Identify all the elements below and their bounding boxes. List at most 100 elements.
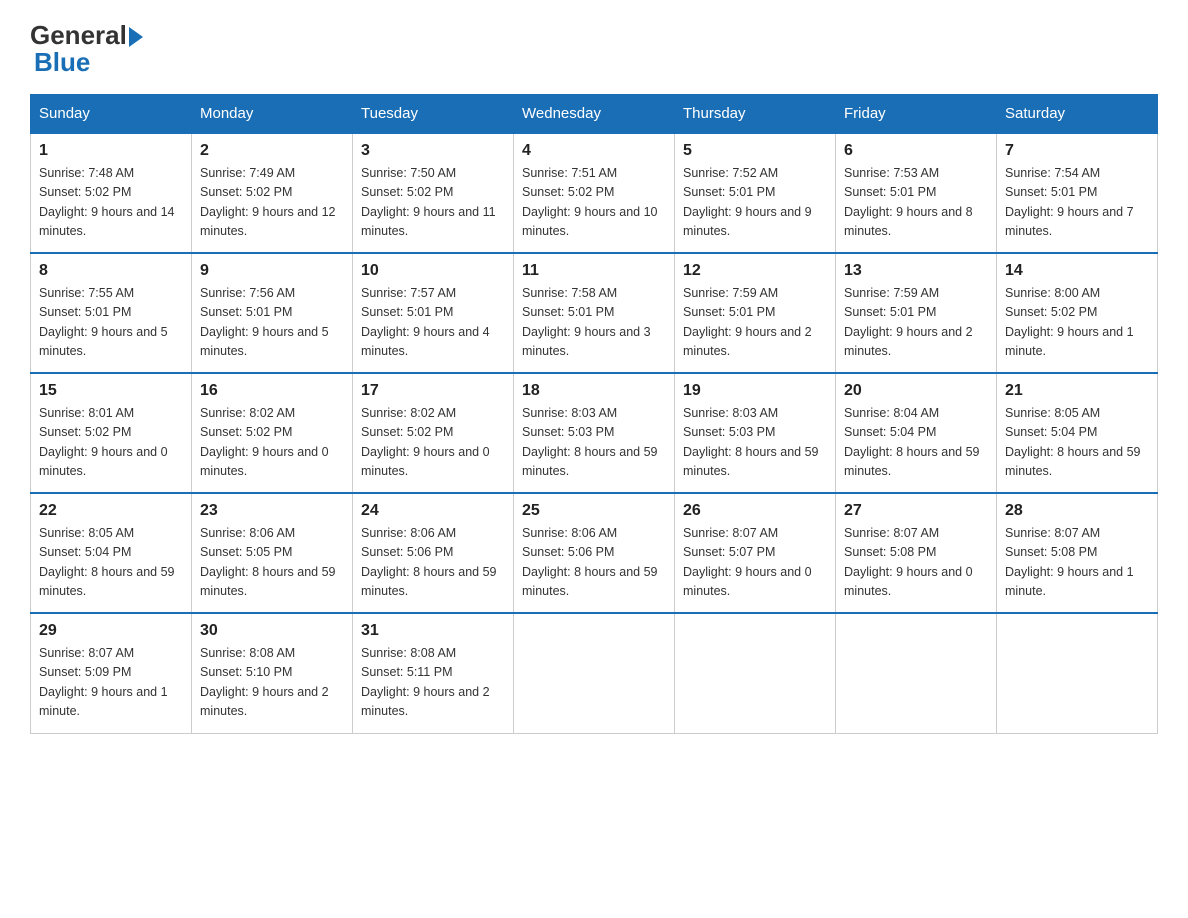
day-number: 12 <box>683 262 827 280</box>
day-info: Sunrise: 8:06 AM Sunset: 5:06 PM Dayligh… <box>522 524 666 602</box>
day-info: Sunrise: 7:56 AM Sunset: 5:01 PM Dayligh… <box>200 284 344 362</box>
day-cell: 16 Sunrise: 8:02 AM Sunset: 5:02 PM Dayl… <box>192 373 353 493</box>
day-info: Sunrise: 7:59 AM Sunset: 5:01 PM Dayligh… <box>683 284 827 362</box>
day-number: 1 <box>39 142 183 160</box>
day-cell <box>836 613 997 733</box>
day-info: Sunrise: 7:57 AM Sunset: 5:01 PM Dayligh… <box>361 284 505 362</box>
day-number: 13 <box>844 262 988 280</box>
day-cell <box>514 613 675 733</box>
day-cell: 17 Sunrise: 8:02 AM Sunset: 5:02 PM Dayl… <box>353 373 514 493</box>
day-number: 30 <box>200 622 344 640</box>
day-number: 14 <box>1005 262 1149 280</box>
day-number: 31 <box>361 622 505 640</box>
day-info: Sunrise: 8:08 AM Sunset: 5:11 PM Dayligh… <box>361 644 505 722</box>
day-number: 25 <box>522 502 666 520</box>
day-cell: 13 Sunrise: 7:59 AM Sunset: 5:01 PM Dayl… <box>836 253 997 373</box>
day-info: Sunrise: 8:03 AM Sunset: 5:03 PM Dayligh… <box>522 404 666 482</box>
weekday-header-wednesday: Wednesday <box>514 95 675 134</box>
day-number: 5 <box>683 142 827 160</box>
day-cell: 6 Sunrise: 7:53 AM Sunset: 5:01 PM Dayli… <box>836 133 997 253</box>
day-info: Sunrise: 8:04 AM Sunset: 5:04 PM Dayligh… <box>844 404 988 482</box>
day-cell: 15 Sunrise: 8:01 AM Sunset: 5:02 PM Dayl… <box>31 373 192 493</box>
week-row-4: 22 Sunrise: 8:05 AM Sunset: 5:04 PM Dayl… <box>31 493 1158 613</box>
day-number: 17 <box>361 382 505 400</box>
day-info: Sunrise: 8:03 AM Sunset: 5:03 PM Dayligh… <box>683 404 827 482</box>
day-info: Sunrise: 8:06 AM Sunset: 5:05 PM Dayligh… <box>200 524 344 602</box>
day-cell: 30 Sunrise: 8:08 AM Sunset: 5:10 PM Dayl… <box>192 613 353 733</box>
day-cell: 4 Sunrise: 7:51 AM Sunset: 5:02 PM Dayli… <box>514 133 675 253</box>
weekday-header-thursday: Thursday <box>675 95 836 134</box>
day-cell <box>675 613 836 733</box>
day-cell: 19 Sunrise: 8:03 AM Sunset: 5:03 PM Dayl… <box>675 373 836 493</box>
day-cell: 12 Sunrise: 7:59 AM Sunset: 5:01 PM Dayl… <box>675 253 836 373</box>
day-number: 27 <box>844 502 988 520</box>
day-number: 22 <box>39 502 183 520</box>
day-number: 28 <box>1005 502 1149 520</box>
day-number: 21 <box>1005 382 1149 400</box>
day-cell: 21 Sunrise: 8:05 AM Sunset: 5:04 PM Dayl… <box>997 373 1158 493</box>
day-cell: 23 Sunrise: 8:06 AM Sunset: 5:05 PM Dayl… <box>192 493 353 613</box>
day-info: Sunrise: 8:02 AM Sunset: 5:02 PM Dayligh… <box>200 404 344 482</box>
week-row-2: 8 Sunrise: 7:55 AM Sunset: 5:01 PM Dayli… <box>31 253 1158 373</box>
day-cell: 5 Sunrise: 7:52 AM Sunset: 5:01 PM Dayli… <box>675 133 836 253</box>
weekday-header-sunday: Sunday <box>31 95 192 134</box>
day-number: 10 <box>361 262 505 280</box>
day-cell: 3 Sunrise: 7:50 AM Sunset: 5:02 PM Dayli… <box>353 133 514 253</box>
day-info: Sunrise: 8:02 AM Sunset: 5:02 PM Dayligh… <box>361 404 505 482</box>
day-info: Sunrise: 7:52 AM Sunset: 5:01 PM Dayligh… <box>683 164 827 242</box>
day-info: Sunrise: 7:51 AM Sunset: 5:02 PM Dayligh… <box>522 164 666 242</box>
day-cell: 26 Sunrise: 8:07 AM Sunset: 5:07 PM Dayl… <box>675 493 836 613</box>
day-number: 24 <box>361 502 505 520</box>
logo-arrow-icon <box>129 27 143 47</box>
week-row-5: 29 Sunrise: 8:07 AM Sunset: 5:09 PM Dayl… <box>31 613 1158 733</box>
day-cell: 10 Sunrise: 7:57 AM Sunset: 5:01 PM Dayl… <box>353 253 514 373</box>
day-cell: 11 Sunrise: 7:58 AM Sunset: 5:01 PM Dayl… <box>514 253 675 373</box>
week-row-3: 15 Sunrise: 8:01 AM Sunset: 5:02 PM Dayl… <box>31 373 1158 493</box>
day-info: Sunrise: 8:07 AM Sunset: 5:09 PM Dayligh… <box>39 644 183 722</box>
day-info: Sunrise: 8:07 AM Sunset: 5:08 PM Dayligh… <box>1005 524 1149 602</box>
day-info: Sunrise: 8:00 AM Sunset: 5:02 PM Dayligh… <box>1005 284 1149 362</box>
day-number: 11 <box>522 262 666 280</box>
day-info: Sunrise: 8:07 AM Sunset: 5:08 PM Dayligh… <box>844 524 988 602</box>
day-number: 26 <box>683 502 827 520</box>
day-number: 20 <box>844 382 988 400</box>
day-cell: 28 Sunrise: 8:07 AM Sunset: 5:08 PM Dayl… <box>997 493 1158 613</box>
week-row-1: 1 Sunrise: 7:48 AM Sunset: 5:02 PM Dayli… <box>31 133 1158 253</box>
day-info: Sunrise: 8:06 AM Sunset: 5:06 PM Dayligh… <box>361 524 505 602</box>
weekday-header-monday: Monday <box>192 95 353 134</box>
day-cell: 25 Sunrise: 8:06 AM Sunset: 5:06 PM Dayl… <box>514 493 675 613</box>
day-info: Sunrise: 7:48 AM Sunset: 5:02 PM Dayligh… <box>39 164 183 242</box>
weekday-header-tuesday: Tuesday <box>353 95 514 134</box>
logo: General Blue <box>30 20 143 78</box>
day-number: 23 <box>200 502 344 520</box>
day-cell: 18 Sunrise: 8:03 AM Sunset: 5:03 PM Dayl… <box>514 373 675 493</box>
day-info: Sunrise: 7:55 AM Sunset: 5:01 PM Dayligh… <box>39 284 183 362</box>
day-cell: 20 Sunrise: 8:04 AM Sunset: 5:04 PM Dayl… <box>836 373 997 493</box>
weekday-header-saturday: Saturday <box>997 95 1158 134</box>
day-number: 9 <box>200 262 344 280</box>
day-number: 15 <box>39 382 183 400</box>
day-info: Sunrise: 7:50 AM Sunset: 5:02 PM Dayligh… <box>361 164 505 242</box>
day-cell: 7 Sunrise: 7:54 AM Sunset: 5:01 PM Dayli… <box>997 133 1158 253</box>
day-info: Sunrise: 7:59 AM Sunset: 5:01 PM Dayligh… <box>844 284 988 362</box>
day-cell: 29 Sunrise: 8:07 AM Sunset: 5:09 PM Dayl… <box>31 613 192 733</box>
day-info: Sunrise: 8:01 AM Sunset: 5:02 PM Dayligh… <box>39 404 183 482</box>
weekday-header-row: SundayMondayTuesdayWednesdayThursdayFrid… <box>31 95 1158 134</box>
day-cell: 1 Sunrise: 7:48 AM Sunset: 5:02 PM Dayli… <box>31 133 192 253</box>
day-info: Sunrise: 7:49 AM Sunset: 5:02 PM Dayligh… <box>200 164 344 242</box>
day-cell: 27 Sunrise: 8:07 AM Sunset: 5:08 PM Dayl… <box>836 493 997 613</box>
page-header: General Blue <box>30 20 1158 78</box>
day-cell: 24 Sunrise: 8:06 AM Sunset: 5:06 PM Dayl… <box>353 493 514 613</box>
day-cell: 8 Sunrise: 7:55 AM Sunset: 5:01 PM Dayli… <box>31 253 192 373</box>
day-info: Sunrise: 8:05 AM Sunset: 5:04 PM Dayligh… <box>39 524 183 602</box>
day-info: Sunrise: 8:07 AM Sunset: 5:07 PM Dayligh… <box>683 524 827 602</box>
day-number: 18 <box>522 382 666 400</box>
day-number: 8 <box>39 262 183 280</box>
day-info: Sunrise: 7:54 AM Sunset: 5:01 PM Dayligh… <box>1005 164 1149 242</box>
calendar-table: SundayMondayTuesdayWednesdayThursdayFrid… <box>30 94 1158 734</box>
day-info: Sunrise: 7:58 AM Sunset: 5:01 PM Dayligh… <box>522 284 666 362</box>
day-cell: 9 Sunrise: 7:56 AM Sunset: 5:01 PM Dayli… <box>192 253 353 373</box>
day-cell <box>997 613 1158 733</box>
weekday-header-friday: Friday <box>836 95 997 134</box>
day-info: Sunrise: 8:05 AM Sunset: 5:04 PM Dayligh… <box>1005 404 1149 482</box>
